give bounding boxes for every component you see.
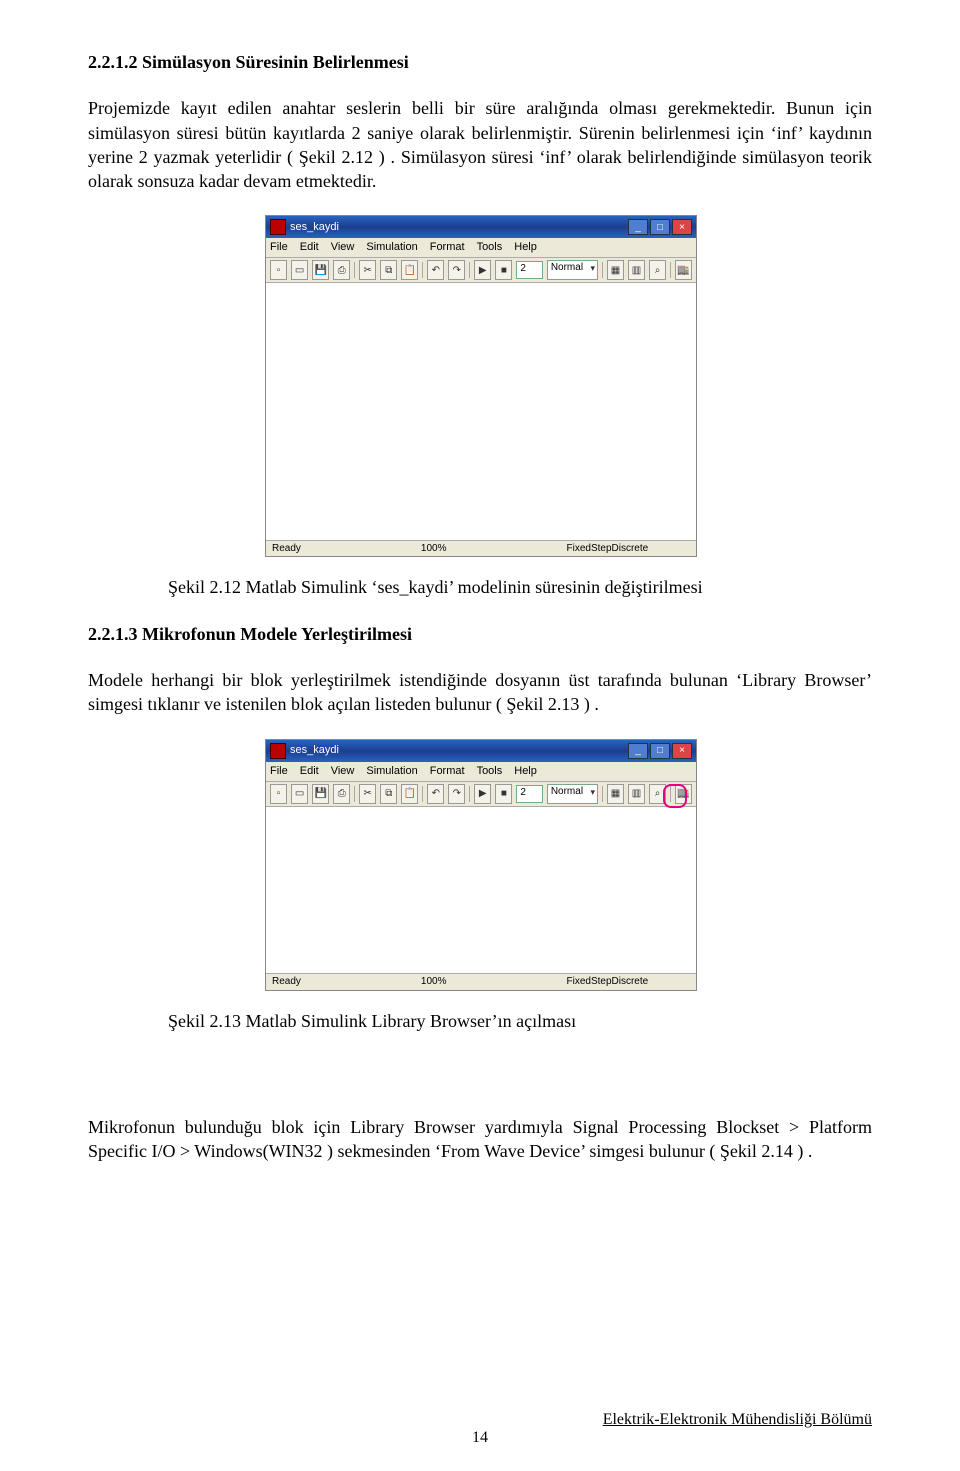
close-icon[interactable]: × (672, 219, 692, 235)
simulation-mode-select-2[interactable]: Normal (547, 784, 598, 804)
menu-help[interactable]: Help (514, 764, 537, 779)
print-icon[interactable]: ⎙ (333, 260, 350, 280)
figure-2-13: ses_kaydi _ □ × File Edit View Simulatio… (265, 739, 695, 991)
menu-file[interactable]: File (270, 764, 288, 779)
status-mid-2: 100% (421, 975, 447, 989)
toolbar-icon-2[interactable]: ▥ (628, 260, 645, 280)
section-heading-2: 2.2.1.3 Mikrofonun Modele Yerleştirilmes… (88, 622, 872, 646)
stop-icon[interactable]: ■ (495, 784, 512, 804)
menu-view[interactable]: View (331, 764, 355, 779)
copy-icon[interactable]: ⧉ (380, 784, 397, 804)
toolbar-2: ▫ ▭ 💾 ⎙ ✂ ⧉ 📋 ↶ ↷ ▶ ■ 2 Normal (266, 782, 696, 807)
copy-icon[interactable]: ⧉ (380, 260, 397, 280)
maximize-icon[interactable]: □ (650, 219, 670, 235)
figure-2-12: ses_kaydi _ □ × File Edit View Simulatio… (265, 215, 695, 557)
menu-edit[interactable]: Edit (300, 240, 319, 255)
paste-icon[interactable]: 📋 (401, 784, 418, 804)
status-mid: 100% (421, 542, 447, 556)
simulation-time-field[interactable]: 2 (516, 261, 542, 279)
paragraph-1: Projemizde kayıt edilen anahtar seslerin… (88, 96, 872, 193)
figure-caption-1: Şekil 2.12 Matlab Simulink ‘ses_kaydi’ m… (168, 575, 872, 599)
menu-simulation[interactable]: Simulation (366, 764, 417, 779)
print-icon[interactable]: ⎙ (333, 784, 350, 804)
paragraph-2: Modele herhangi bir blok yerleştirilmek … (88, 668, 872, 717)
status-bar: Ready 100% FixedStepDiscrete (266, 540, 696, 557)
window-title-2: ses_kaydi (290, 743, 339, 758)
figure-caption-2: Şekil 2.13 Matlab Simulink Library Brows… (168, 1009, 872, 1033)
toolbar: ▫ ▭ 💾 ⎙ ✂ ⧉ 📋 ↶ ↷ ▶ ■ 2 Normal (266, 258, 696, 283)
menu-file[interactable]: File (270, 240, 288, 255)
redo-icon[interactable]: ↷ (448, 784, 465, 804)
play-icon[interactable]: ▶ (474, 260, 491, 280)
cut-icon[interactable]: ✂ (359, 260, 376, 280)
new-icon[interactable]: ▫ (270, 260, 287, 280)
save-icon[interactable]: 💾 (312, 260, 329, 280)
open-icon[interactable]: ▭ (291, 784, 308, 804)
simulation-time-field-2[interactable]: 2 (516, 785, 542, 803)
menu-bar-2: File Edit View Simulation Format Tools H… (266, 762, 696, 782)
new-icon[interactable]: ▫ (270, 784, 287, 804)
simulation-mode-select[interactable]: Normal (547, 260, 598, 280)
minimize-icon[interactable]: _ (628, 219, 648, 235)
menu-help[interactable]: Help (514, 240, 537, 255)
menu-simulation[interactable]: Simulation (366, 240, 417, 255)
menu-edit[interactable]: Edit (300, 764, 319, 779)
menu-tools[interactable]: Tools (477, 764, 503, 779)
window-title: ses_kaydi (290, 220, 339, 235)
simulink-icon (270, 743, 286, 759)
stop-icon[interactable]: ■ (495, 260, 512, 280)
page-number: 14 (0, 1427, 960, 1449)
save-icon[interactable]: 💾 (312, 784, 329, 804)
simulink-icon (270, 219, 286, 235)
toolbar-icon-1[interactable]: ▦ (607, 784, 624, 804)
play-icon[interactable]: ▶ (474, 784, 491, 804)
status-left: Ready (272, 542, 301, 556)
paragraph-bottom: Mikrofonun bulunduğu blok için Library B… (88, 1115, 872, 1164)
menu-tools[interactable]: Tools (477, 240, 503, 255)
menu-view[interactable]: View (331, 240, 355, 255)
toolbar-icon-2[interactable]: ▥ (628, 784, 645, 804)
section-heading-1: 2.2.1.2 Simülasyon Süresinin Belirlenmes… (88, 50, 872, 74)
library-browser-icon[interactable]: 🏬 (675, 784, 692, 804)
status-right: FixedStepDiscrete (566, 542, 648, 556)
window-titlebar: ses_kaydi _ □ × (266, 216, 696, 238)
cut-icon[interactable]: ✂ (359, 784, 376, 804)
menu-format[interactable]: Format (430, 764, 465, 779)
library-browser-icon[interactable]: 🏬 (675, 260, 692, 280)
menu-bar: File Edit View Simulation Format Tools H… (266, 238, 696, 258)
status-right-2: FixedStepDiscrete (566, 975, 648, 989)
toolbar-icon-3[interactable]: ⌕ (649, 784, 666, 804)
model-canvas[interactable] (266, 283, 696, 540)
status-bar-2: Ready 100% FixedStepDiscrete (266, 973, 696, 990)
close-icon[interactable]: × (672, 743, 692, 759)
menu-format[interactable]: Format (430, 240, 465, 255)
model-canvas-2[interactable] (266, 807, 696, 974)
minimize-icon[interactable]: _ (628, 743, 648, 759)
paste-icon[interactable]: 📋 (401, 260, 418, 280)
undo-icon[interactable]: ↶ (427, 260, 444, 280)
maximize-icon[interactable]: □ (650, 743, 670, 759)
status-left-2: Ready (272, 975, 301, 989)
window-titlebar-2: ses_kaydi _ □ × (266, 740, 696, 762)
toolbar-icon-3[interactable]: ⌕ (649, 260, 666, 280)
open-icon[interactable]: ▭ (291, 260, 308, 280)
undo-icon[interactable]: ↶ (427, 784, 444, 804)
redo-icon[interactable]: ↷ (448, 260, 465, 280)
toolbar-icon-1[interactable]: ▦ (607, 260, 624, 280)
